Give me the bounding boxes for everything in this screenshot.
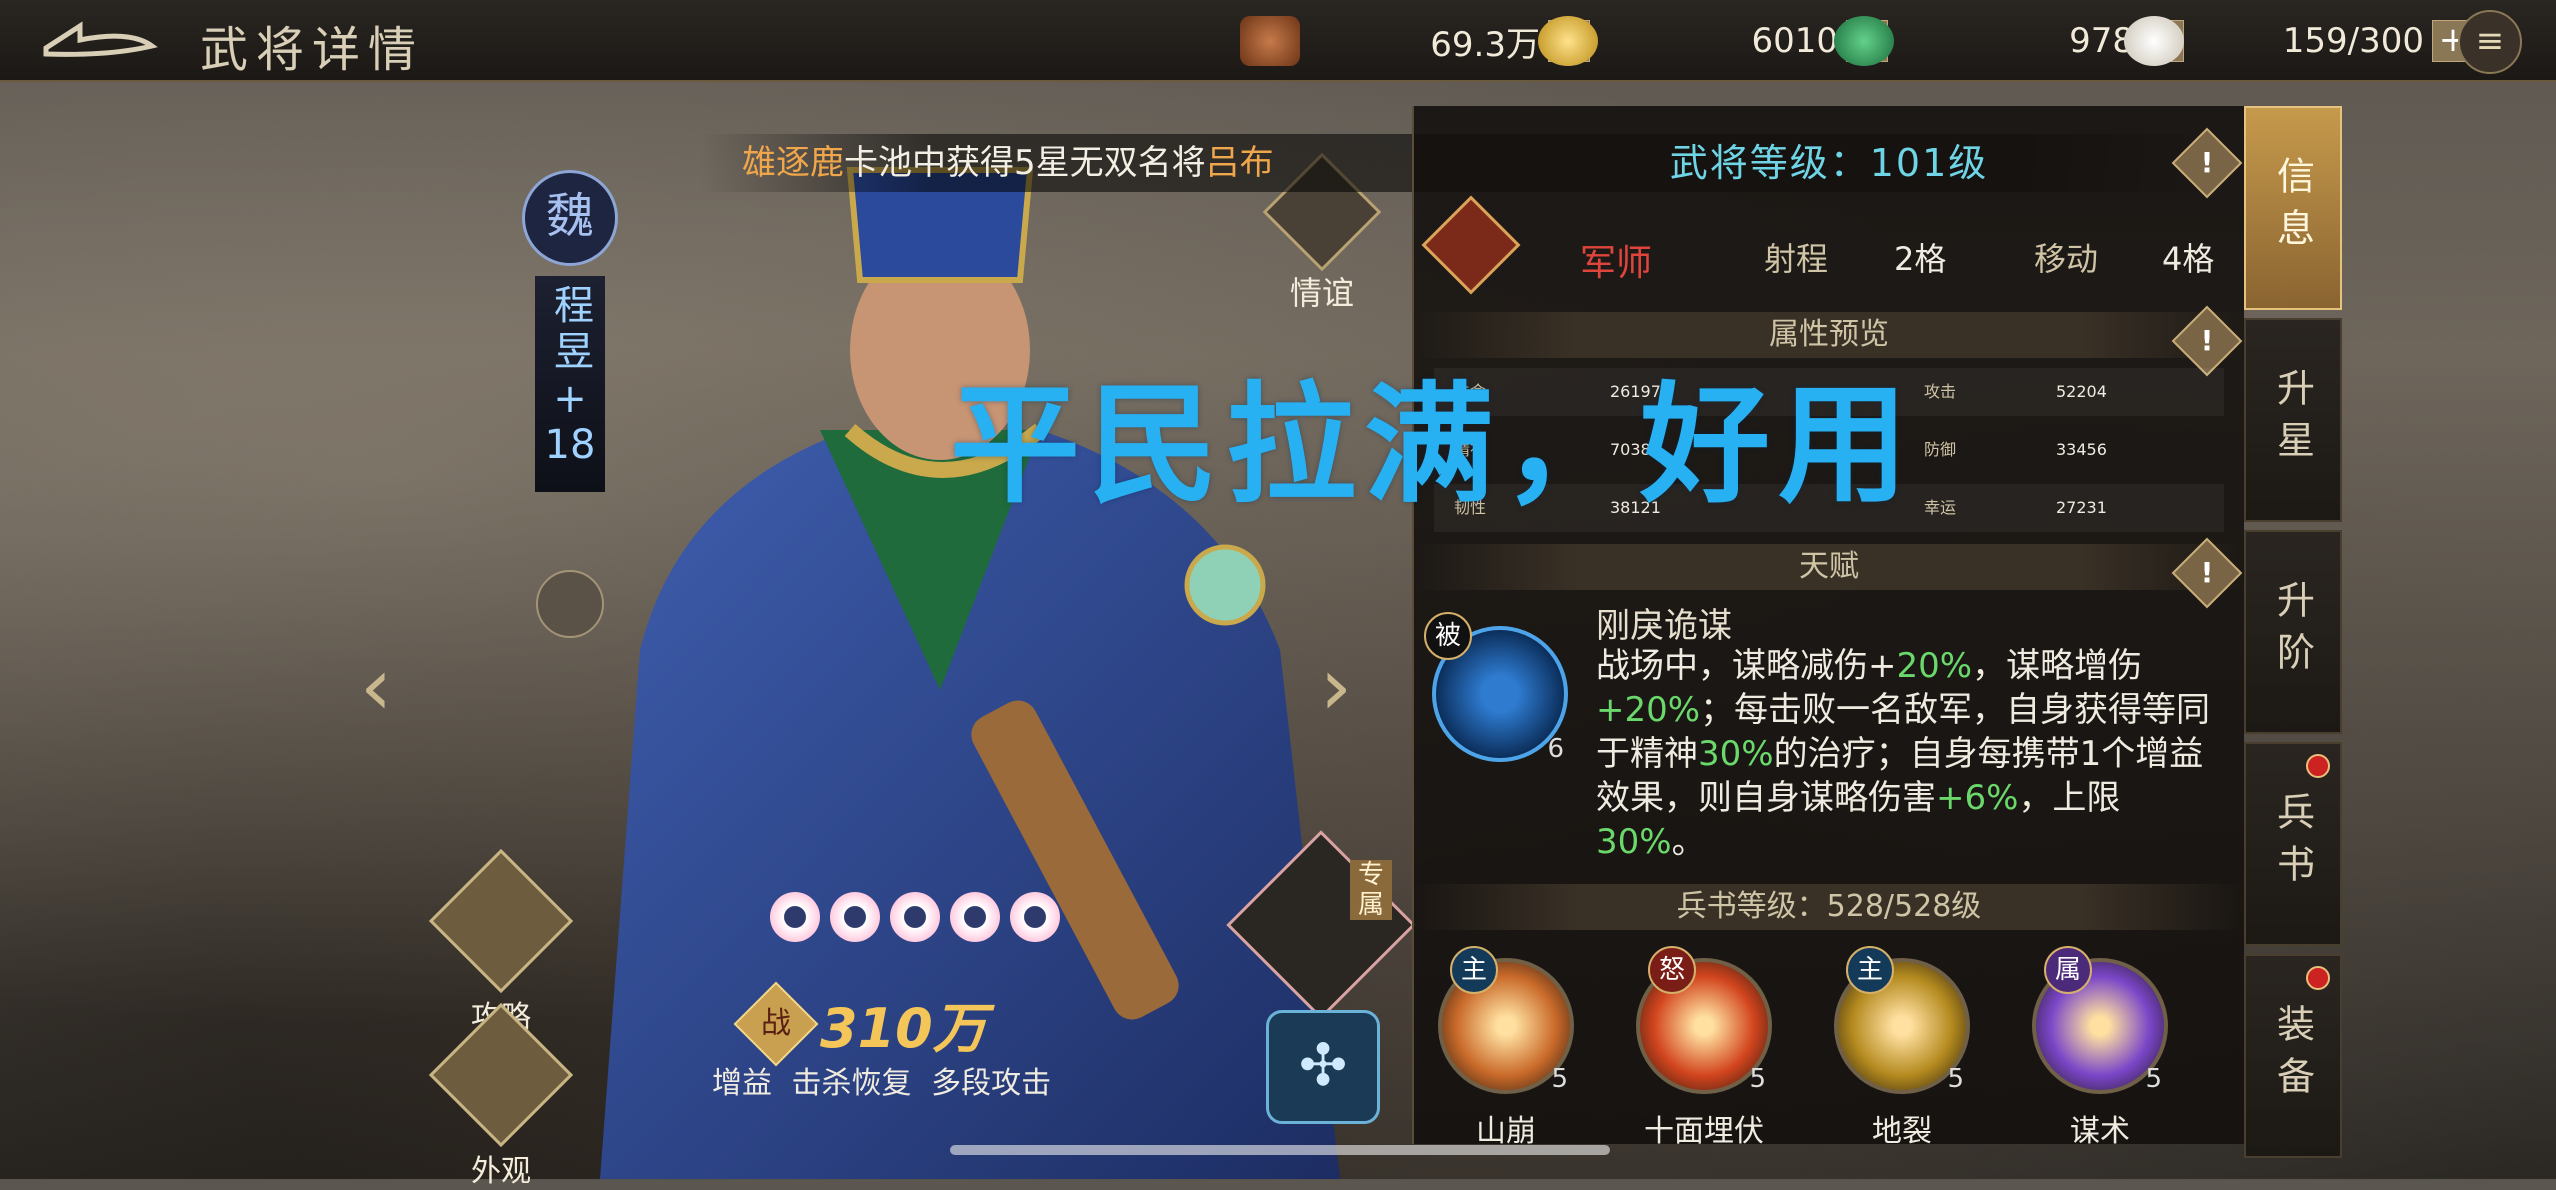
star-icon [950, 892, 1000, 942]
power-value: 310万 [820, 997, 987, 1060]
hero-rank: 18 [544, 422, 596, 468]
book-level: 兵书等级：528/528级 [1414, 884, 2244, 930]
bond-label: 情谊 [1289, 274, 1354, 312]
range-value: 2格 [1894, 240, 1947, 278]
star-icon [1010, 892, 1060, 942]
move-value: 4格 [2162, 240, 2215, 278]
talent-name: 刚戾诡谋 [1596, 606, 1732, 646]
skill-type-tag: 怒 [1648, 946, 1696, 994]
top-bar: 武将详情 69.3万 + 6010 + 978 + 159/300 + ≡ [0, 0, 2556, 82]
move-label: 移动 [2034, 240, 2099, 278]
food-value: 159/300 [2282, 21, 2424, 61]
tab-2[interactable]: 升阶 [2244, 530, 2342, 734]
skill-name: 山崩 [1476, 1114, 1536, 1149]
tab-3[interactable]: 兵书 [2244, 742, 2342, 946]
prev-hero-arrow[interactable]: ‹ [360, 640, 392, 733]
hero-name: 程昱 [547, 284, 593, 376]
copper-value: 69.3万 [1430, 24, 1540, 65]
announce-text: 卡池中获得5星无双名将 [844, 143, 1206, 183]
power-badge: 战 [733, 981, 819, 1066]
notification-dot [2306, 966, 2330, 990]
gold-coin-icon [1538, 16, 1598, 66]
star-icon [830, 892, 880, 942]
food-resource: 159/300 + [2124, 16, 2474, 66]
skill-level: 5 [1947, 1064, 1964, 1094]
skill-type-tag: 主 [1450, 946, 1498, 994]
jade-value: 978 [2069, 21, 2134, 61]
jade-coin-icon [1834, 16, 1894, 66]
overlay-caption: 平民拉满，好用 [950, 369, 1917, 521]
hero-level: 武将等级：101级 [1669, 141, 1989, 185]
next-hero-arrow[interactable]: › [1320, 640, 1352, 733]
range-label: 射程 [1764, 240, 1829, 278]
menu-icon[interactable]: ≡ [2458, 10, 2522, 74]
appearance-label: 外观 [471, 1154, 531, 1189]
skill-level: 5 [1749, 1064, 1766, 1094]
hero-traits: 增益 击杀恢复 多段攻击 [712, 1066, 1052, 1101]
announce-hero: 吕布 [1205, 143, 1274, 183]
attr-luck-value: 27231 [2056, 498, 2107, 517]
side-tabs: 信息 升星 升阶 兵书 装备 [2244, 106, 2344, 1166]
announce-player: 雄逐鹿 [742, 143, 844, 183]
skill-level: 5 [1551, 1064, 1568, 1094]
tab-0[interactable]: 信息 [2244, 106, 2342, 310]
steamed-bun-icon [2124, 16, 2184, 66]
combat-power: 战 310万 [733, 981, 987, 1066]
strategist-book-icon [1421, 195, 1521, 295]
faction-banner: 魏 程昱 + 18 [522, 170, 618, 500]
constellation-button[interactable]: ✣ [1266, 1010, 1380, 1124]
tab-1[interactable]: 升星 [2244, 318, 2342, 522]
hero-stars [770, 892, 1060, 942]
faction-seal: 魏 [522, 170, 618, 266]
talent-section-title: 天赋 [1414, 544, 2244, 590]
copper-coins-icon [1240, 16, 1300, 66]
star-icon [770, 892, 820, 942]
back-arrow-icon[interactable] [40, 16, 160, 64]
skill-name: 谋术 [2070, 1114, 2130, 1149]
scroll-icon[interactable] [536, 570, 604, 638]
skill-level: 5 [2145, 1064, 2162, 1094]
hero-name-vertical: 程昱 + 18 [535, 276, 605, 492]
scroll-bundle-icon [428, 848, 574, 994]
attr-atk: 攻击 [1924, 382, 1957, 401]
skill-name: 十面埋伏 [1644, 1114, 1764, 1149]
skill-type-tag: 主 [1846, 946, 1894, 994]
talent-icon[interactable]: 被 6 [1424, 612, 1568, 764]
home-indicator[interactable] [950, 1145, 1610, 1155]
exclusive-tag: 专属 [1350, 860, 1392, 920]
role-label: 军师 [1580, 243, 1653, 284]
tab-4[interactable]: 装备 [2244, 954, 2342, 1158]
passive-tag: 被 [1424, 612, 1472, 660]
skill-type-tag: 属 [2044, 946, 2092, 994]
notification-dot [2306, 754, 2330, 778]
attr-def-value: 33456 [2056, 440, 2107, 459]
skill-item[interactable]: 怒 5 十面埋伏 [1634, 946, 1774, 1150]
hero-plus: + [553, 376, 587, 422]
skill-name: 地裂 [1872, 1114, 1932, 1149]
skill-item[interactable]: 主 5 地裂 [1832, 946, 1972, 1150]
talent-description: 战场中，谋略减伤+20%，谋略增伤+20%；每击败一名敌军，自身获得等同于精神3… [1596, 646, 2211, 862]
robe-icon [428, 1002, 574, 1148]
info-panel: 武将等级：101级 ! 军师 射程 2格 移动 4格 属性预览 ! 生命 261… [1412, 106, 2244, 1149]
gold-value: 6010 [1751, 21, 1838, 61]
appearance-button[interactable]: 外观 [428, 1002, 574, 1190]
talent-level: 6 [1547, 734, 1564, 764]
attr-def: 防御 [1924, 440, 1957, 459]
skill-list: 主 5 山崩 怒 5 十面埋伏 主 5 地裂 属 5 谋术 [1414, 946, 2244, 1149]
attr-atk-value: 52204 [2056, 382, 2107, 401]
skill-item[interactable]: 属 5 谋术 [2030, 946, 2170, 1150]
skill-item[interactable]: 主 5 山崩 [1436, 946, 1576, 1150]
page-title: 武将详情 [200, 22, 425, 78]
attr-luck: 幸运 [1924, 498, 1957, 517]
star-icon [890, 892, 940, 942]
